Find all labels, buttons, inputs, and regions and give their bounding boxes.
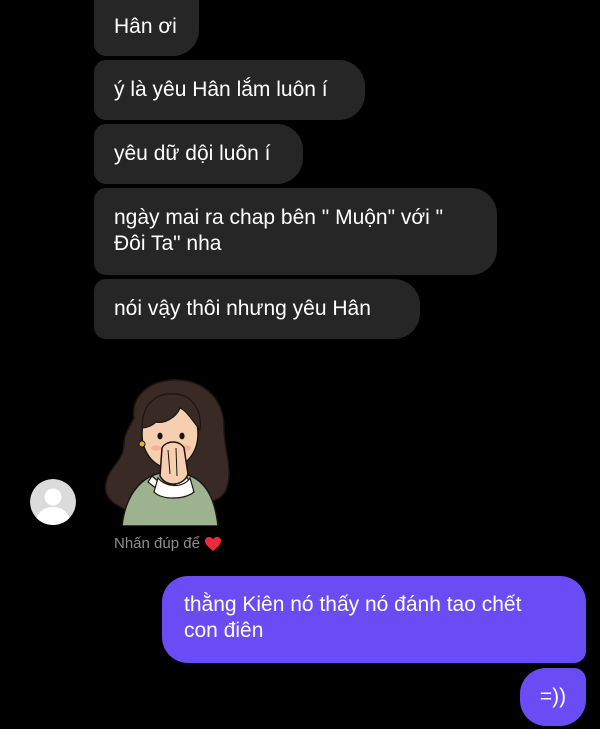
incoming-message-1[interactable]: Hân ơi xyxy=(94,0,199,56)
incoming-message-3[interactable]: yêu dữ dội luôn í xyxy=(94,124,303,184)
incoming-message-4[interactable]: ngày mai ra chap bên " Muộn" với " Đôi T… xyxy=(94,188,497,275)
sender-avatar[interactable] xyxy=(30,479,76,525)
girl-covering-mouth-sticker xyxy=(104,379,230,527)
reaction-hint: Nhấn đúp để xyxy=(114,534,222,554)
outgoing-message-2[interactable]: =)) xyxy=(520,668,586,726)
incoming-message-2[interactable]: ý là yêu Hân lắm luôn í xyxy=(94,60,365,120)
sticker-message[interactable] xyxy=(100,378,235,527)
outgoing-message-1[interactable]: thằng Kiên nó thấy nó đánh tao chết con … xyxy=(162,576,586,663)
incoming-message-5[interactable]: nói vậy thôi nhưng yêu Hân xyxy=(94,279,420,339)
default-avatar-icon xyxy=(30,479,76,525)
reaction-hint-label: Nhấn đúp để xyxy=(114,535,200,552)
heart-icon[interactable] xyxy=(204,536,222,552)
